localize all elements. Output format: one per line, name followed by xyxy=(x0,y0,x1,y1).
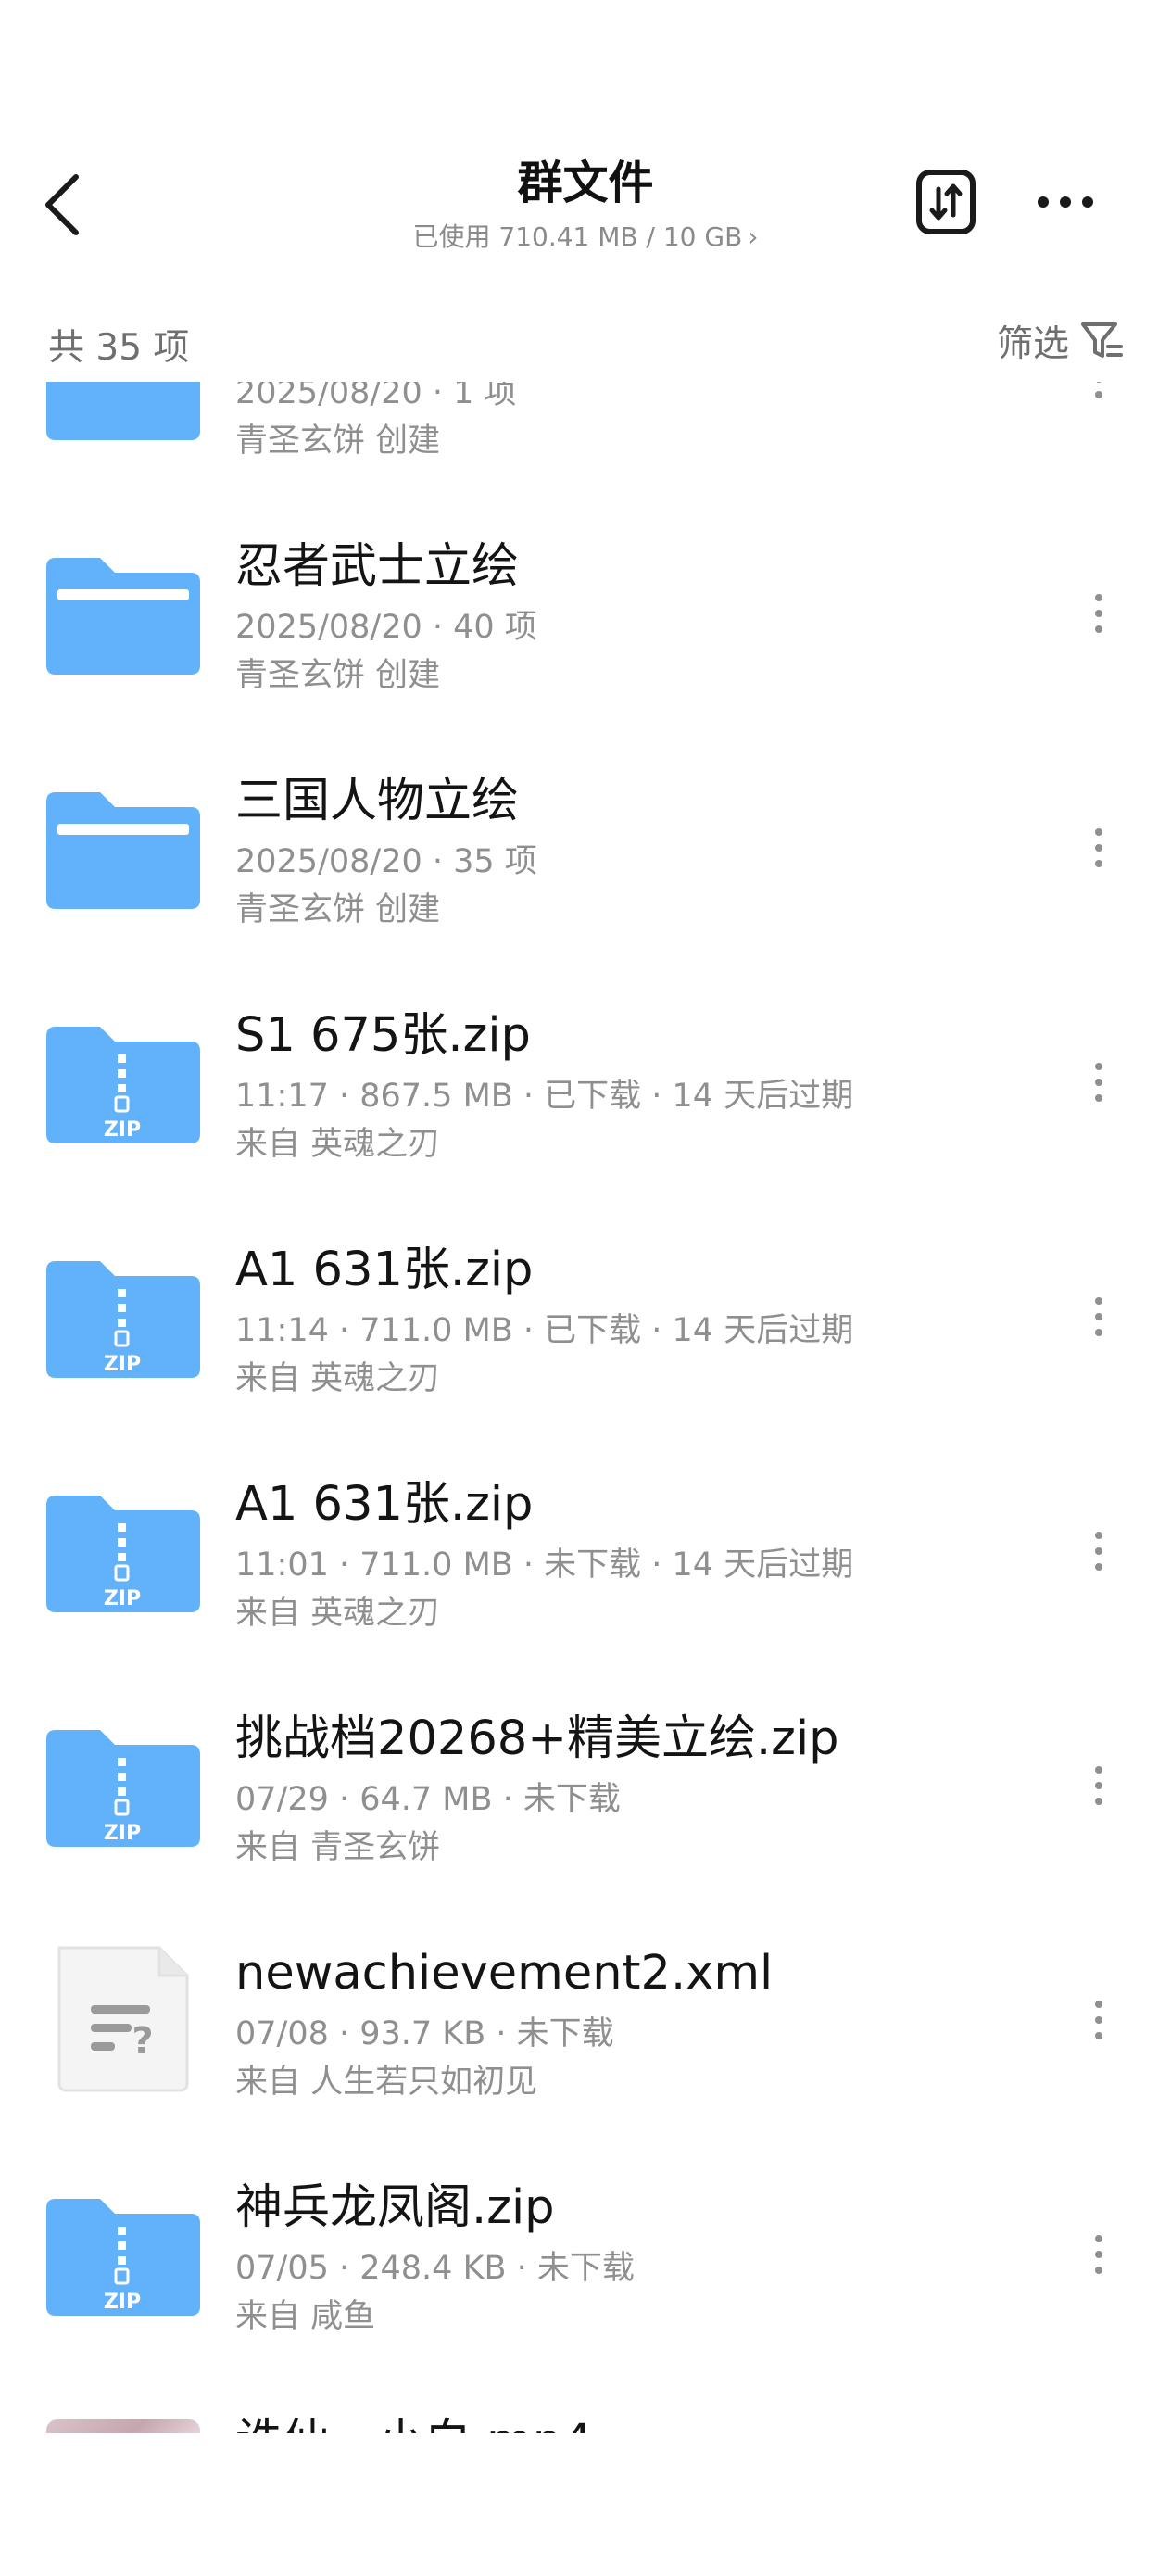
file-name: 三国人物立绘 xyxy=(235,774,520,828)
file-name: 忍者武士立绘 xyxy=(235,539,520,594)
list-item[interactable]: ZIP 神兵龙凤阁.zip 07/05 · 248.4 KB · 未下载 来自 … xyxy=(0,2128,1171,2362)
item-menu-button[interactable] xyxy=(1075,581,1123,646)
file-meta: 07/05 · 248.4 KB · 未下载 xyxy=(235,2250,635,2287)
file-owner: 来自 青圣玄饼 xyxy=(235,1829,441,1866)
item-menu-button[interactable] xyxy=(1075,1050,1123,1115)
file-owner: 青圣玄饼 创建 xyxy=(235,891,441,928)
more-vertical-icon xyxy=(1095,1532,1102,1571)
file-owner: 来自 英魂之刃 xyxy=(235,1595,441,1632)
item-menu-button[interactable] xyxy=(1075,1988,1123,2052)
page-title: 群文件 xyxy=(517,157,654,209)
item-menu-button[interactable] xyxy=(1075,1284,1123,1349)
file-meta: 2025/08/20 · 40 项 xyxy=(235,609,537,646)
file-name: 神兵龙凤阁.zip xyxy=(235,2180,555,2235)
unknown-file-icon: ? xyxy=(46,1946,200,2092)
file-meta: 11:17 · 867.5 MB · 已下载 · 14 天后过期 xyxy=(235,1078,854,1115)
list-item[interactable]: 忍者武士立绘 2025/08/20 · 40 项 青圣玄饼 创建 xyxy=(0,486,1171,721)
back-button[interactable] xyxy=(33,163,89,246)
folder-icon xyxy=(46,552,200,675)
zip-icon: ZIP xyxy=(46,2193,200,2316)
file-meta: 07/08 · 93.7 KB · 未下载 xyxy=(235,2015,614,2052)
chevron-right-icon: › xyxy=(748,221,759,252)
file-meta: 2025/08/20 · 1 项 xyxy=(235,382,517,411)
file-owner: 来自 咸鱼 xyxy=(235,2298,376,2335)
list-item[interactable]: ZIP 挑战档20268+精美立绘.zip 07/29 · 64.7 MB · … xyxy=(0,1659,1171,1893)
file-owner: 青圣玄饼 创建 xyxy=(235,657,441,694)
file-name: A1 631张.zip xyxy=(235,1243,534,1297)
item-menu-button[interactable] xyxy=(1075,815,1123,880)
list-item[interactable]: ZIP A1 631张.zip 11:01 · 711.0 MB · 未下载 ·… xyxy=(0,1424,1171,1659)
more-vertical-icon xyxy=(1095,2001,1102,2039)
list-item[interactable]: ? newachievement2.xml 07/08 · 93.7 KB · … xyxy=(0,1893,1171,2128)
file-meta: 11:01 · 711.0 MB · 未下载 · 14 天后过期 xyxy=(235,1547,854,1584)
item-menu-button[interactable] xyxy=(1075,1519,1123,1584)
list-item[interactable]: ZIP S1 675张.zip 11:17 · 867.5 MB · 已下载 ·… xyxy=(0,955,1171,1190)
zip-icon: ZIP xyxy=(46,1256,200,1378)
list-item[interactable]: 诛仙 - 小白.mp4 xyxy=(0,2362,1171,2433)
file-name: 挑战档20268+精美立绘.zip xyxy=(235,1711,839,1766)
folder-icon xyxy=(46,382,200,440)
file-list[interactable]: 2025/08/20 · 1 项 青圣玄饼 创建 忍者武士立绘 2025/08/… xyxy=(0,382,1171,2433)
more-vertical-icon xyxy=(1095,594,1102,633)
zip-icon: ZIP xyxy=(46,1021,200,1143)
file-name: S1 675张.zip xyxy=(235,1008,531,1063)
item-count: 共 35 项 xyxy=(48,327,190,369)
video-thumbnail xyxy=(46,2419,200,2433)
file-owner: 来自 人生若只如初见 xyxy=(235,2064,538,2101)
file-owner: 来自 英魂之刃 xyxy=(235,1126,441,1163)
zip-icon: ZIP xyxy=(46,1490,200,1612)
more-vertical-icon xyxy=(1095,1766,1102,1805)
more-horizontal-icon xyxy=(1038,196,1093,208)
zip-icon: ZIP xyxy=(46,1724,200,1847)
item-menu-button[interactable] xyxy=(1075,1753,1123,1818)
more-vertical-icon xyxy=(1095,382,1102,398)
file-owner: 来自 英魂之刃 xyxy=(235,1360,441,1397)
sort-icon xyxy=(916,170,976,234)
file-name: newachievement2.xml xyxy=(235,1946,774,2001)
more-vertical-icon xyxy=(1095,828,1102,867)
more-vertical-icon xyxy=(1095,2235,1102,2274)
filter-button[interactable]: 筛选 xyxy=(997,315,1123,367)
file-meta: 2025/08/20 · 35 项 xyxy=(235,843,537,880)
back-arrow-icon xyxy=(45,174,79,235)
summary-bar: 共 35 项 筛选 xyxy=(0,306,1171,380)
svg-text:ZIP: ZIP xyxy=(104,1587,141,1610)
filter-label: 筛选 xyxy=(996,323,1069,365)
file-meta: 07/29 · 64.7 MB · 未下载 xyxy=(235,1781,621,1818)
item-menu-button[interactable] xyxy=(1075,2222,1123,2287)
svg-text:?: ? xyxy=(132,2020,153,2063)
folder-icon xyxy=(46,787,200,909)
storage-usage-text: 已使用 710.41 MB / 10 GB xyxy=(412,221,743,252)
bottom-blank-area xyxy=(0,2433,1171,2576)
header: 群文件 已使用 710.41 MB / 10 GB › xyxy=(0,0,1171,278)
svg-text:ZIP: ZIP xyxy=(104,1353,141,1376)
more-options-button[interactable] xyxy=(1028,169,1102,235)
svg-text:ZIP: ZIP xyxy=(104,1822,141,1845)
more-vertical-icon xyxy=(1095,1297,1102,1336)
more-vertical-icon xyxy=(1095,1063,1102,1102)
svg-text:ZIP: ZIP xyxy=(104,2291,141,2314)
file-name: A1 631张.zip xyxy=(235,1477,534,1532)
file-owner: 青圣玄饼 创建 xyxy=(235,423,441,460)
storage-usage-link[interactable]: 已使用 710.41 MB / 10 GB › xyxy=(412,221,758,254)
svg-text:ZIP: ZIP xyxy=(104,1118,141,1142)
list-item[interactable]: ZIP A1 631张.zip 11:14 · 711.0 MB · 已下载 ·… xyxy=(0,1190,1171,1424)
file-meta: 11:14 · 711.0 MB · 已下载 · 14 天后过期 xyxy=(235,1312,854,1349)
title-block: 群文件 已使用 710.41 MB / 10 GB › xyxy=(308,154,863,254)
sort-button[interactable] xyxy=(915,169,976,235)
list-item[interactable]: 2025/08/20 · 1 项 青圣玄饼 创建 xyxy=(0,382,1171,486)
filter-icon xyxy=(1081,322,1123,358)
item-menu-button[interactable] xyxy=(1075,382,1123,411)
file-name: 诛仙 - 小白.mp4 xyxy=(235,2414,593,2433)
list-item[interactable]: 三国人物立绘 2025/08/20 · 35 项 青圣玄饼 创建 xyxy=(0,721,1171,955)
